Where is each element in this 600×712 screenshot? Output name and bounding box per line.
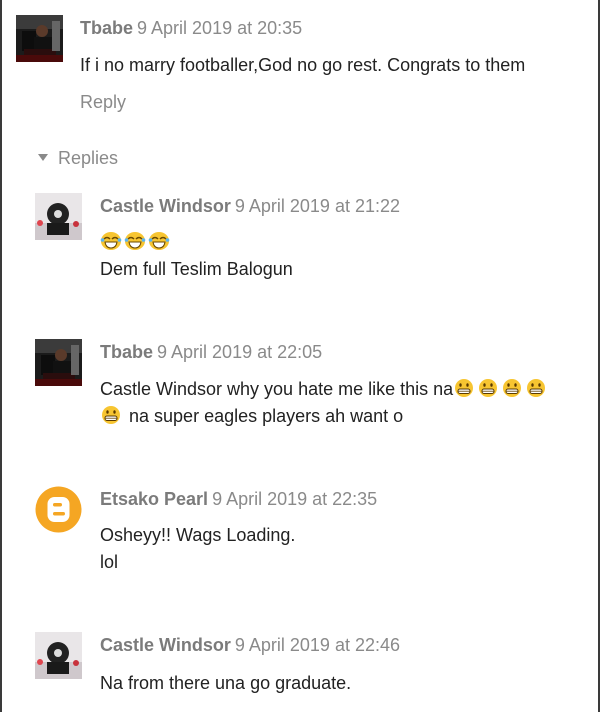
reply-item: Etsako Pearl 9 April 2019 at 22:35 Osheyy… [35,486,575,586]
reply-link[interactable]: Reply [80,91,126,113]
reply-emoji-line [100,229,172,256]
reply-author[interactable]: Tbabe [100,342,153,362]
avatar-castle-windsor[interactable] [35,193,82,240]
grinning-face-icon [100,405,122,425]
comment-top: Tbabe 9 April 2019 at 20:35 If i no marry… [16,15,576,125]
reply-item: Castle Windsor 9 April 2019 at 22:46 Na f… [35,632,575,702]
avatar-tbabe[interactable] [35,339,82,386]
caret-down-icon [38,154,48,161]
grinning-face-icon [477,378,499,398]
reply-text: Dem full Teslim Balogun [100,259,293,279]
avatar-tbabe[interactable] [16,15,63,62]
reply-text: Na from there una go graduate. [100,673,352,693]
reply-item: Tbabe 9 April 2019 at 22:05 Castle Windso… [35,339,575,439]
grinning-face-icon [453,378,475,398]
reply-timestamp[interactable]: 9 April 2019 at 22:46 [235,635,400,655]
reply-meta: Castle Windsor 9 April 2019 at 21:22 [100,195,400,217]
reply-author[interactable]: Etsako Pearl [100,489,208,509]
reply-text: lol [100,552,119,572]
reply-author[interactable]: Castle Windsor [100,196,231,216]
reply-author[interactable]: Castle Windsor [100,635,231,655]
comment-meta: Tbabe 9 April 2019 at 20:35 [80,17,302,39]
reply-text: Osheyy!! Wags Loading. [100,525,296,545]
replies-toggle[interactable]: Replies [38,147,118,169]
reply-meta: Castle Windsor 9 April 2019 at 22:46 [100,634,400,656]
reply-text-line2: na super eagles players ah want o [100,403,403,430]
blogger-icon[interactable] [35,486,82,533]
laughing-tears-icon [100,231,122,251]
reply-timestamp[interactable]: 9 April 2019 at 22:05 [157,342,322,362]
comment-text: If i no marry footballer,God no go rest.… [80,55,526,75]
reply-text-line1: Castle Windsor why you hate me like this… [100,376,549,403]
avatar-castle-windsor[interactable] [35,632,82,679]
comment-author[interactable]: Tbabe [80,18,133,38]
comments-panel: Tbabe 9 April 2019 at 20:35 If i no marry… [0,0,600,712]
laughing-tears-icon [148,231,170,251]
reply-timestamp[interactable]: 9 April 2019 at 22:35 [212,489,377,509]
reply-meta: Tbabe 9 April 2019 at 22:05 [100,341,322,363]
reply-text: na super eagles players ah want o [129,406,404,426]
reply-meta: Etsako Pearl 9 April 2019 at 22:35 [100,488,377,510]
grinning-face-icon [525,378,547,398]
reply-timestamp[interactable]: 9 April 2019 at 21:22 [235,196,400,216]
reply-item: Castle Windsor 9 April 2019 at 21:22 Dem … [35,193,575,293]
laughing-tears-icon [124,231,146,251]
comment-timestamp[interactable]: 9 April 2019 at 20:35 [137,18,302,38]
replies-label: Replies [58,148,119,168]
reply-text: Castle Windsor why you hate me like this… [100,379,454,399]
grinning-face-icon [501,378,523,398]
